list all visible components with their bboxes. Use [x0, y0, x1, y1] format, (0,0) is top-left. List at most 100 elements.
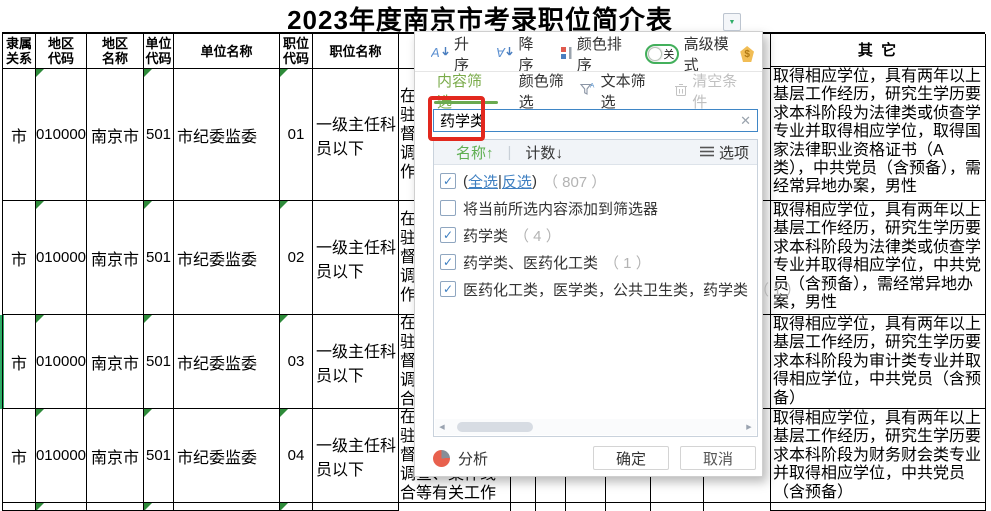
col-header-affiliation[interactable]: 隶属 关系 — [3, 34, 36, 69]
cell-unit-code[interactable]: 501 — [144, 69, 174, 201]
advanced-mode-toggle[interactable]: 关 — [645, 44, 679, 64]
toggle-knob-icon — [648, 47, 663, 61]
checkbox-checked[interactable]: ✓ — [440, 254, 456, 270]
scrollbar-thumb[interactable] — [457, 422, 533, 432]
color-sort-icon — [560, 45, 573, 64]
paren: ) — [531, 172, 537, 190]
cell-post-code[interactable]: 04 — [280, 409, 313, 503]
cell-region-code[interactable]: 010000 — [36, 69, 87, 201]
cell-region-code[interactable]: 010000 — [36, 409, 87, 503]
count-column-sort[interactable]: 计数↓ — [525, 142, 563, 163]
name-column-label: 名称 — [456, 144, 487, 162]
cell-region-name[interactable]: 南京市 — [87, 315, 144, 409]
checkbox-checked[interactable]: ✓ — [440, 227, 456, 243]
cell-affiliation[interactable]: 市 — [3, 201, 36, 315]
cell-affiliation[interactable]: 市 — [3, 409, 36, 503]
annotation-highlight-box — [428, 96, 485, 141]
sort-by-color-button[interactable]: 颜色排序 — [560, 33, 627, 75]
cell-post-name[interactable]: 一级主任科员以下 — [313, 409, 399, 503]
select-all-link[interactable]: 全选 — [468, 171, 498, 192]
cell-affiliation[interactable]: 市 — [3, 315, 36, 409]
svg-text:A: A — [590, 82, 595, 89]
cell-other[interactable]: 取得相应学位，具有两年以上基层工作经历，研究生学历要求本科阶段为法律类或侦查学专… — [771, 67, 986, 201]
cell-unit-code[interactable]: 501 — [144, 315, 174, 409]
cell-empty[interactable] — [87, 503, 144, 511]
cell-post-code[interactable]: 02 — [280, 201, 313, 315]
filter-value-list: 名称↑ | 计数↓ 选项 ✓ ( 全选 | 反选 ) （ 807 ） 将当前所选… — [433, 139, 801, 437]
advanced-mode-label: 高级模式 — [683, 36, 729, 74]
cell-region-name[interactable]: 南京市 — [87, 201, 144, 315]
cell-empty[interactable] — [36, 503, 87, 511]
tab-color-filter[interactable]: 颜色筛选 — [519, 70, 579, 112]
horizontal-scrollbar[interactable]: ◀ ▶ — [435, 419, 756, 435]
options-label: 选项 — [718, 144, 749, 162]
cell-region-code[interactable]: 010000 — [36, 315, 87, 409]
cell-unit-name[interactable]: 市纪委监委 — [174, 201, 280, 315]
cell-other[interactable]: 取得相应学位，具有两年以上基层工作经历，研究生学历要求本科阶段为法律类或侦查学专… — [771, 201, 986, 315]
trash-icon — [674, 82, 688, 101]
ok-button[interactable]: 确定 — [593, 446, 669, 470]
clear-search-icon[interactable]: ✕ — [734, 113, 757, 129]
item-count: （ 1 ） — [754, 281, 801, 299]
up-arrow-icon: ↑ — [486, 144, 494, 162]
col-header-unit-code[interactable]: 单位 代码 — [144, 34, 174, 69]
sort-ascending-button[interactable]: A 升序 — [430, 33, 477, 75]
cell-empty[interactable] — [280, 503, 313, 511]
checkbox-checked[interactable]: ✓ — [440, 281, 456, 297]
other-column: 其 它 取得相应学位，具有两年以上基层工作经历，研究生学历要求本科阶段为法律类或… — [770, 34, 986, 511]
sort-descending-label: 降序 — [518, 36, 534, 74]
name-column-sort[interactable]: 名称↑ — [456, 142, 494, 163]
col-header-unit-name[interactable]: 单位名称 — [174, 34, 280, 69]
cell-post-name[interactable]: 一级主任科员以下 — [313, 69, 399, 201]
cell-empty[interactable] — [313, 503, 399, 511]
clear-filter-button[interactable]: 清空条件 — [674, 70, 752, 112]
scroll-left-icon[interactable]: ◀ — [435, 423, 449, 431]
column-filter-dropdown-button[interactable]: ▼ — [723, 13, 741, 31]
cancel-button[interactable]: 取消 — [680, 446, 756, 470]
col-header-region-name[interactable]: 地区 名称 — [87, 34, 144, 69]
sort-descending-button[interactable]: A 降序 — [495, 33, 541, 75]
text-filter-button[interactable]: A 文本筛选 — [579, 70, 661, 112]
cell-post-name[interactable]: 一级主任科员以下 — [313, 201, 399, 315]
col-header-post-name[interactable]: 职位名称 — [313, 34, 399, 69]
options-button[interactable]: 选项 — [699, 142, 749, 163]
spreadsheet-screen: 2023年度南京市考录职位简介表 隶属 关系 地区 代码 地区 名称 单位 代码… — [0, 0, 991, 511]
cell-region-name[interactable]: 南京市 — [87, 69, 144, 201]
sort-by-color-label: 颜色排序 — [576, 36, 622, 74]
sort-ascending-label: 升序 — [454, 36, 470, 74]
cell-other[interactable]: 取得相应学位，具有两年以上基层工作经历，研究生学历要求本科阶段为财务财会类专业并… — [771, 409, 986, 503]
cell-empty[interactable] — [174, 503, 280, 511]
cell-unit-code[interactable]: 501 — [144, 201, 174, 315]
cell-unit-name[interactable]: 市纪委监委 — [174, 409, 280, 503]
cell-post-code[interactable]: 03 — [280, 315, 313, 409]
list-item-select-all: ✓ ( 全选 | 反选 ) （ 807 ） — [440, 170, 606, 192]
cell-empty[interactable] — [3, 503, 36, 511]
cell-empty[interactable] — [771, 503, 986, 511]
cell-region-name[interactable]: 南京市 — [87, 409, 144, 503]
checkbox-checked[interactable]: ✓ — [440, 173, 456, 189]
invert-selection-link[interactable]: 反选 — [502, 171, 532, 192]
col-header-other[interactable]: 其 它 — [771, 34, 986, 67]
analyze-button[interactable]: 分析 — [433, 448, 488, 469]
col-header-post-code[interactable]: 职位 代码 — [280, 34, 313, 69]
checkbox-unchecked[interactable] — [440, 200, 456, 216]
cell-unit-name[interactable]: 市纪委监委 — [174, 315, 280, 409]
cell-unit-name[interactable]: 市纪委监委 — [174, 69, 280, 201]
text-filter-label: 文本筛选 — [600, 73, 646, 111]
cell-region-code[interactable]: 010000 — [36, 201, 87, 315]
hamburger-icon — [699, 144, 714, 161]
count-column-label: 计数 — [525, 144, 556, 162]
toggle-state-label: 关 — [663, 49, 675, 61]
cell-empty[interactable] — [144, 503, 174, 511]
popup-footer: 分析 确定 取消 — [433, 445, 756, 471]
header-separator: | — [507, 143, 512, 161]
cell-other[interactable]: 取得相应学位，具有两年以上基层工作经历，研究生学历要求本科阶段为审计类专业并取得… — [771, 315, 986, 409]
cell-affiliation[interactable]: 市 — [3, 69, 36, 201]
cell-unit-code[interactable]: 501 — [144, 409, 174, 503]
scroll-right-icon[interactable]: ▶ — [742, 423, 756, 431]
cell-post-code[interactable]: 01 — [280, 69, 313, 201]
item-count: （ 807 ） — [542, 173, 607, 191]
list-item-add-to-filter: 将当前所选内容添加到筛选器 — [440, 197, 658, 219]
cell-post-name[interactable]: 一级主任科员以下 — [313, 315, 399, 409]
col-header-region-code[interactable]: 地区 代码 — [36, 34, 87, 69]
